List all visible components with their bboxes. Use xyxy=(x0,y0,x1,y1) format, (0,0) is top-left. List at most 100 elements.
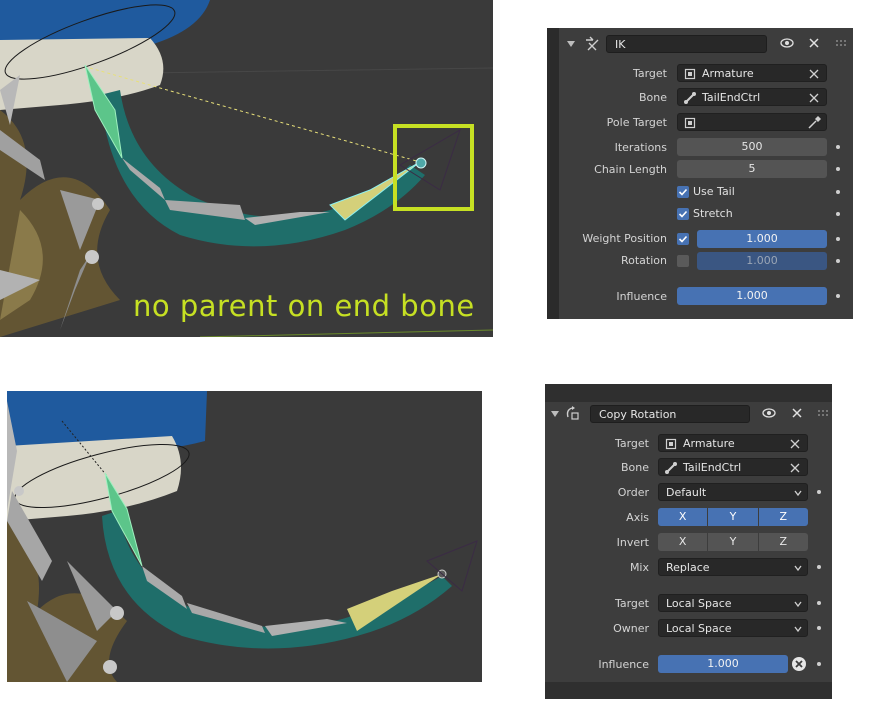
order-value: Default xyxy=(666,486,707,499)
bone-label: Bone xyxy=(620,461,649,474)
influence-slider[interactable]: 1.000 xyxy=(658,655,788,673)
chain-length-field[interactable]: 5 xyxy=(677,160,827,178)
iterations-label: Iterations xyxy=(614,141,667,154)
delete-constraint-icon[interactable] xyxy=(809,38,819,48)
keyframe-dot[interactable] xyxy=(836,212,840,216)
keyframe-dot[interactable] xyxy=(817,626,821,630)
use-tail-label: Use Tail xyxy=(693,185,735,198)
viewport-bottom[interactable] xyxy=(7,391,482,682)
invert-toggle-group: X Y Z xyxy=(658,533,808,551)
mix-label: Mix xyxy=(629,561,649,574)
clear-bone-icon[interactable] xyxy=(808,92,820,104)
clear-bone-icon[interactable] xyxy=(789,462,801,474)
owner-space-label: Owner xyxy=(613,622,649,635)
invert-z-toggle[interactable]: Z xyxy=(758,533,808,551)
mix-dropdown[interactable]: Replace xyxy=(658,558,808,576)
target-value: Armature xyxy=(683,437,735,450)
invert-x-toggle[interactable]: X xyxy=(658,533,709,551)
constraint-name-field[interactable]: IK xyxy=(606,35,767,53)
constraint-name-field[interactable]: Copy Rotation xyxy=(590,405,750,423)
bone-field[interactable]: TailEndCtrl xyxy=(677,88,827,106)
viewport-caption: no parent on end bone xyxy=(133,289,475,323)
chevron-down-icon xyxy=(794,601,802,608)
copy-rotation-constraint-panel: Copy Rotation Target Armature Bone TailE… xyxy=(545,384,832,699)
rotation-slider[interactable]: 1.000 xyxy=(697,252,827,270)
order-dropdown[interactable]: Default xyxy=(658,483,808,501)
invert-label: Invert xyxy=(616,536,649,549)
drag-handle-icon[interactable] xyxy=(817,409,829,417)
bone-value: TailEndCtrl xyxy=(683,461,742,474)
target-label: Target xyxy=(632,67,667,80)
target-value: Armature xyxy=(702,67,754,80)
object-icon xyxy=(684,117,696,129)
target-field[interactable]: Armature xyxy=(677,64,827,82)
weight-position-slider[interactable]: 1.000 xyxy=(697,230,827,248)
target-space-value: Local Space xyxy=(666,597,732,610)
eye-icon[interactable] xyxy=(780,37,794,49)
chevron-down-icon xyxy=(794,490,802,497)
weight-position-checkbox[interactable] xyxy=(677,233,689,245)
bone-label: Bone xyxy=(638,91,667,104)
ik-constraint-icon xyxy=(586,36,599,51)
pole-target-label: Pole Target xyxy=(606,116,667,129)
keyframe-dot[interactable] xyxy=(836,237,840,241)
drag-handle-icon[interactable] xyxy=(835,39,847,47)
axis-y-toggle[interactable]: Y xyxy=(708,508,759,526)
keyframe-dot[interactable] xyxy=(836,145,840,149)
axis-x-toggle[interactable]: X xyxy=(658,508,709,526)
keyframe-dot[interactable] xyxy=(817,565,821,569)
chevron-down-icon xyxy=(794,626,802,633)
axis-toggle-group: X Y Z xyxy=(658,508,808,526)
owner-space-dropdown[interactable]: Local Space xyxy=(658,619,808,637)
clear-target-icon[interactable] xyxy=(789,438,801,450)
keyframe-dot[interactable] xyxy=(836,259,840,263)
disable-keep-temp-icon[interactable] xyxy=(791,656,807,672)
keyframe-dot[interactable] xyxy=(817,601,821,605)
eye-icon[interactable] xyxy=(762,407,776,419)
axis-label: Axis xyxy=(626,511,649,524)
viewport-top[interactable]: no parent on end bone xyxy=(0,0,493,337)
highlight-box xyxy=(393,124,474,211)
chevron-down-icon xyxy=(794,565,802,572)
keyframe-dot[interactable] xyxy=(817,490,821,494)
side-strip xyxy=(547,28,559,319)
collapse-chevron-icon[interactable] xyxy=(567,40,575,48)
viewport-bottom-scene xyxy=(7,391,478,682)
keyframe-dot[interactable] xyxy=(817,662,821,666)
rotation-checkbox[interactable] xyxy=(677,255,689,267)
influence-label: Influence xyxy=(616,290,667,303)
copy-rotation-icon xyxy=(566,406,579,420)
target-label: Target xyxy=(614,437,649,450)
bone-icon xyxy=(684,92,696,104)
clear-target-icon[interactable] xyxy=(808,68,820,80)
use-tail-checkbox[interactable] xyxy=(677,186,689,198)
keyframe-dot[interactable] xyxy=(836,294,840,298)
collapse-chevron-icon[interactable] xyxy=(551,410,559,418)
stretch-label: Stretch xyxy=(693,207,733,220)
target-field[interactable]: Armature xyxy=(658,434,808,452)
axis-z-toggle[interactable]: Z xyxy=(758,508,808,526)
bone-icon xyxy=(665,462,677,474)
keyframe-dot[interactable] xyxy=(836,190,840,194)
eyedropper-icon[interactable] xyxy=(807,116,821,130)
order-label: Order xyxy=(617,486,649,499)
weight-position-label: Weight Position xyxy=(582,232,667,245)
influence-label: Influence xyxy=(598,658,649,671)
bone-field[interactable]: TailEndCtrl xyxy=(658,458,808,476)
bone-value: TailEndCtrl xyxy=(702,91,761,104)
object-icon xyxy=(684,68,696,80)
invert-y-toggle[interactable]: Y xyxy=(708,533,759,551)
keyframe-dot[interactable] xyxy=(836,167,840,171)
pole-target-field[interactable] xyxy=(677,113,827,131)
rotation-label: Rotation xyxy=(620,254,667,267)
influence-slider[interactable]: 1.000 xyxy=(677,287,827,305)
owner-space-value: Local Space xyxy=(666,622,732,635)
stretch-checkbox[interactable] xyxy=(677,208,689,220)
iterations-field[interactable]: 500 xyxy=(677,138,827,156)
target-space-dropdown[interactable]: Local Space xyxy=(658,594,808,612)
delete-constraint-icon[interactable] xyxy=(792,408,802,418)
ik-constraint-panel: IK Target Armature Bone TailEndCtrl Pole… xyxy=(547,28,853,319)
target-space-label: Target xyxy=(614,597,649,610)
mix-value: Replace xyxy=(666,561,710,574)
object-icon xyxy=(665,438,677,450)
